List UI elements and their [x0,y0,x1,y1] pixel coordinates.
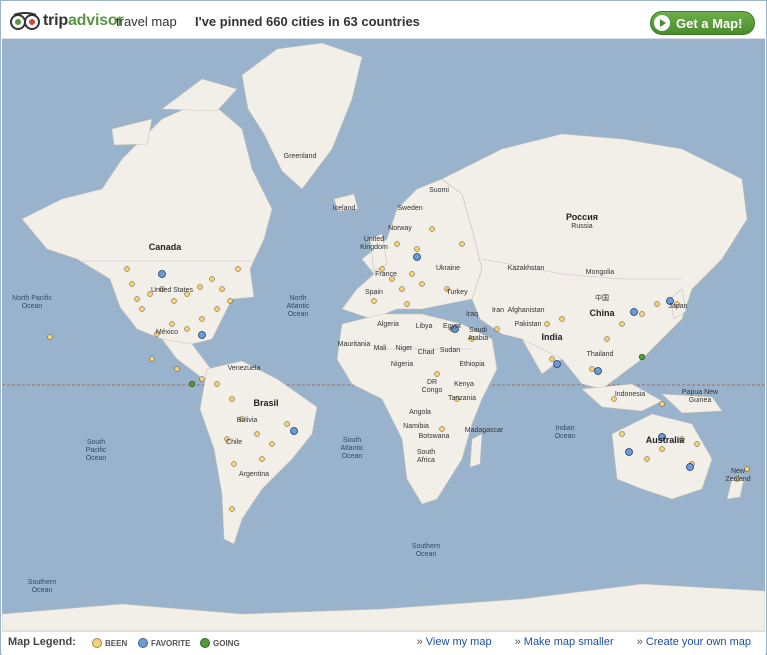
label-papua-new-guinea: Papua New Guinea [681,389,719,404]
label-suomi: Suomi [429,187,449,194]
label-chad: Chad [417,349,435,356]
label-norway: Norway [388,225,412,232]
label-algeria: Algeria [377,321,399,328]
favorite-dot-icon [138,638,148,648]
arrow-icon: » [416,636,423,648]
pinned-stats: I've pinned 660 cities in 63 countries [195,14,420,29]
label-thailand: Thailand [586,351,614,358]
world-map[interactable]: Greenland Iceland Canada United States M… [2,39,765,631]
label-brasil: Brasil [253,398,279,408]
view-my-map-label: View my map [425,636,492,648]
legend-favorite: FAVORITE [138,638,190,648]
label-united-states: United States [150,287,194,294]
legend-favorite-label: FAVORITE [151,638,191,648]
label-mongolia: Mongolia [585,269,615,276]
label-united-kingdom: United Kingdom [360,236,388,251]
label-pakistan: Pakistan [514,321,542,328]
get-a-map-button[interactable]: Get a Map! [650,11,755,35]
arrow-icon: » [514,636,521,648]
label-australia: Australia [645,435,685,445]
legend-been: BEEN [92,638,127,648]
arrow-icon: » [636,636,643,648]
label-iraq: Iraq [465,311,479,318]
label-south-pacific: South Pacific Ocean [85,439,107,462]
label-china-native: 中国 [595,295,609,302]
label-chile: Chile [226,439,242,446]
tripadvisor-logo[interactable]: tripadvisor [10,11,124,31]
label-egypt: Egypt [443,323,461,330]
make-map-smaller-link[interactable]: » Make map smaller [515,636,614,648]
make-map-smaller-label: Make map smaller [523,636,614,648]
label-sweden: Sweden [397,205,423,212]
label-saudi-arabia: Saudi Arabia [467,327,489,342]
label-france: France [375,271,397,278]
label-ukraine: Ukraine [435,265,461,272]
legend-been-label: BEEN [105,638,128,648]
label-south-atlantic: South Atlantic Ocean [340,437,364,460]
label-madagascar: Madagascar [464,427,504,434]
create-your-own-map-label: Create your own map [645,636,751,648]
label-iceland: Iceland [332,205,356,212]
label-sudan: Sudan [439,347,461,354]
legend-title: Map Legend: [8,636,76,648]
label-russia-native: Россия [566,212,598,222]
label-indonesia: Indonesia [614,391,646,398]
label-china: China [589,308,615,318]
legend-going: GOING [200,638,240,648]
label-bolivia: Bolivia [236,417,258,424]
label-venezuela: Venezuela [227,365,261,372]
header-subtitle: travel map [116,14,177,29]
label-mauritania: Mauritania [337,341,371,348]
travel-map-widget: tripadvisor travel map I've pinned 660 c… [0,0,767,655]
owl-icon [10,12,40,30]
header: tripadvisor travel map I've pinned 660 c… [2,2,765,39]
label-angola: Angola [409,409,431,416]
label-afghanistan: Afghanistan [507,307,545,314]
label-india: India [541,332,563,342]
logo-text-trip: trip [43,12,68,29]
legend-going-label: GOING [213,638,240,648]
label-argentina: Argentina [239,471,269,478]
label-mali: Mali [373,345,387,352]
label-libya: Libya [415,323,433,330]
label-dr-congo: DR Congo [421,379,443,394]
label-niger: Niger [395,345,413,352]
play-icon [654,15,670,31]
label-indian-ocean: Indian Ocean [554,425,576,440]
label-new-zealand: New Zealand [725,468,751,483]
footer: Map Legend: BEEN FAVORITE GOING » View my… [2,631,765,655]
going-dot-icon [200,638,210,648]
view-my-map-link[interactable]: » View my map [417,636,492,648]
label-namibia: Namibia [403,423,429,430]
landmasses [2,42,765,631]
label-iran: Iran [491,307,505,314]
label-nigeria: Nigeria [390,361,414,368]
label-russia: Russia [571,223,593,230]
label-canada: Canada [148,242,182,252]
label-north-pacific: North Pacific Ocean [12,295,52,310]
label-ethiopia: Ethiopia [459,361,485,368]
label-spain: Spain [365,289,383,296]
label-japan: Japan [668,303,688,310]
map-canvas [2,42,765,631]
label-mexico: México [155,329,179,336]
get-a-map-label: Get a Map! [676,15,743,31]
label-turkey: Turkey [446,289,468,296]
label-greenland: Greenland [283,153,317,160]
create-your-own-map-link[interactable]: » Create your own map [637,636,751,648]
label-tanzania: Tanzania [447,395,477,402]
footer-links: » View my map » Make map smaller » Create y… [397,636,751,648]
been-dot-icon [92,638,102,648]
label-southern-ocean-west: Southern Ocean [27,579,57,594]
label-kenya: Kenya [454,381,474,388]
label-southern-ocean-center: Southern Ocean [411,543,441,558]
label-botswana: Botswana [418,433,450,440]
label-north-atlantic: North Atlantic Ocean [286,295,310,318]
label-kazakhstan: Kazakhstan [507,265,545,272]
label-south-africa: South Africa [416,449,436,464]
